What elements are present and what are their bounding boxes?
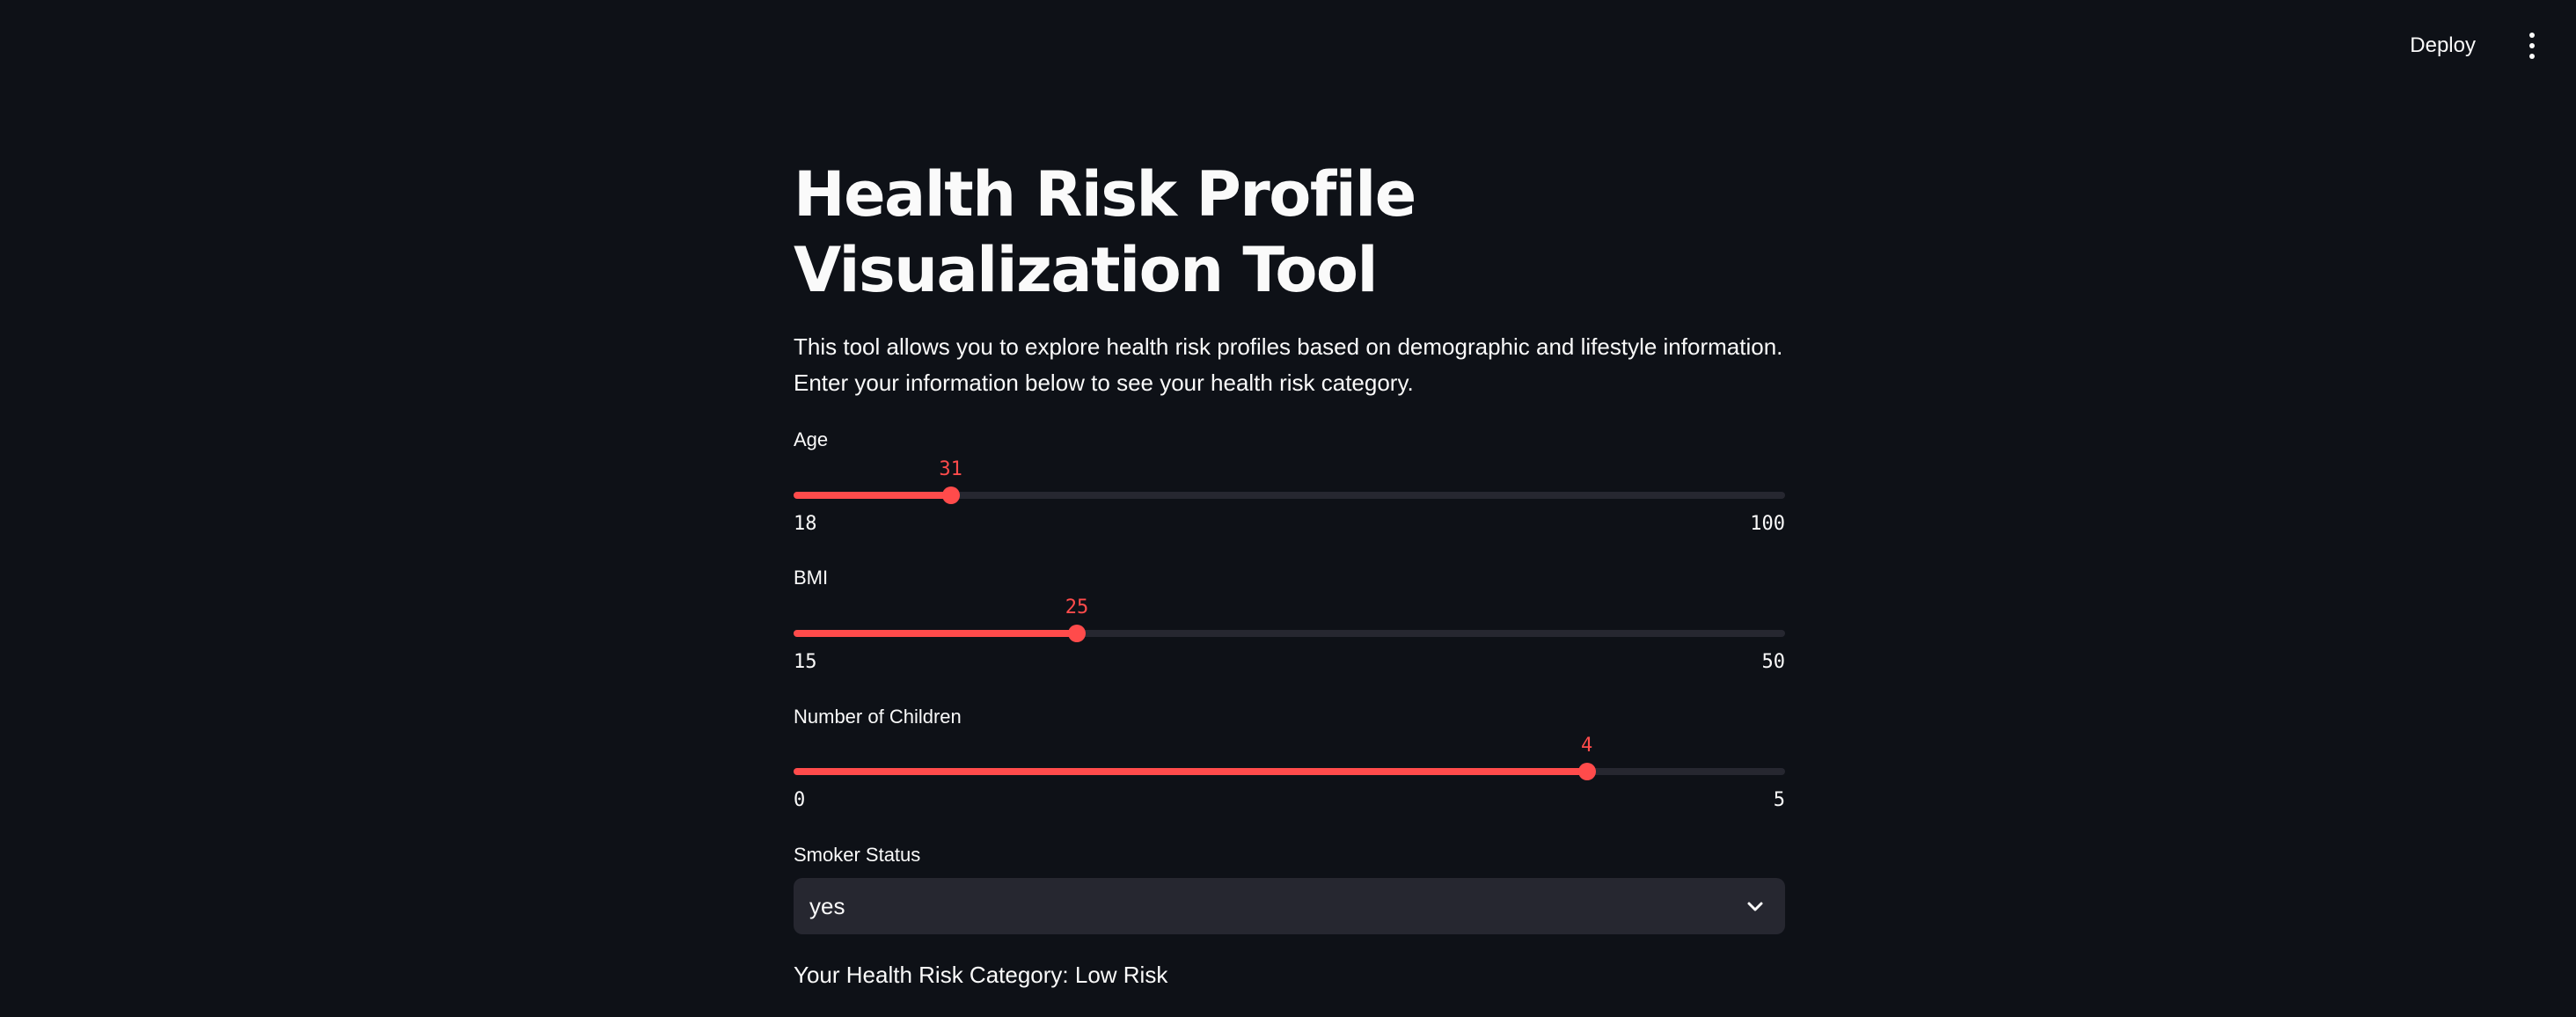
bmi-slider[interactable]: 25 15 50: [794, 596, 1786, 673]
slider-min-label: 0: [794, 789, 806, 811]
slider-fill: [794, 492, 951, 499]
slider-current-value: 4: [1580, 735, 1593, 757]
app-header: Deploy: [0, 0, 2576, 91]
slider-thumb[interactable]: [941, 487, 960, 504]
age-slider-label: Age: [794, 428, 829, 450]
menu-dot: [2529, 33, 2535, 38]
page-description: This tool allows you to explore health r…: [794, 333, 1783, 396]
menu-dot: [2529, 54, 2535, 59]
slider-min-label: 15: [794, 651, 817, 673]
children-slider[interactable]: 4 0 5: [794, 735, 1785, 811]
age-slider[interactable]: 31 18 100: [794, 458, 1785, 535]
smoker-status-select[interactable]: yes: [794, 878, 1785, 934]
page-title: Health Risk Profile Visualization Tool: [794, 158, 1416, 306]
select-value: yes: [809, 893, 845, 919]
more-vertical-icon[interactable]: [2513, 26, 2551, 65]
slider-max-label: 5: [1773, 789, 1785, 811]
slider-min-label: 18: [794, 513, 817, 535]
slider-fill: [794, 630, 1077, 637]
slider-fill: [794, 768, 1587, 775]
health-risk-result: Your Health Risk Category: Low Risk: [794, 962, 1168, 988]
bmi-slider-label: BMI: [794, 567, 829, 589]
slider-max-label: 50: [1761, 651, 1786, 673]
smoker-status-label: Smoker Status: [794, 844, 921, 866]
chevron-down-icon: [1747, 902, 1763, 911]
slider-current-value: 31: [939, 458, 962, 480]
slider-thumb[interactable]: [1068, 625, 1086, 642]
deploy-button[interactable]: Deploy: [2403, 26, 2483, 65]
slider-max-label: 100: [1750, 513, 1785, 535]
children-slider-label: Number of Children: [794, 706, 962, 728]
slider-thumb[interactable]: [1577, 763, 1596, 780]
slider-current-value: 25: [1065, 596, 1089, 618]
menu-dot: [2529, 43, 2535, 48]
